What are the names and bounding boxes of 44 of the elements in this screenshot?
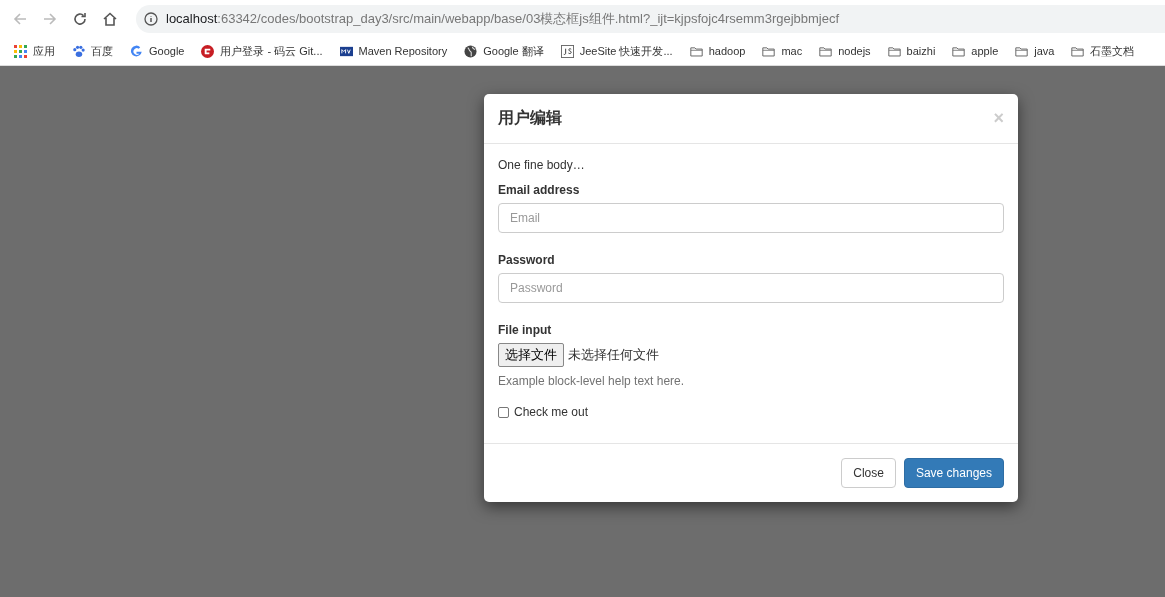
field-label: File input — [498, 323, 553, 337]
bookmark-link[interactable]: nodejs — [838, 45, 871, 57]
choose-file-button[interactable]: 选择文件 — [498, 343, 564, 367]
modal-title: 用户编辑 — [498, 108, 562, 128]
file-status: 未选择任何文件 — [568, 346, 659, 364]
help-text: Example block-level help text here. — [498, 374, 686, 388]
g-letter-icon — [130, 44, 143, 58]
email-field[interactable]: Email — [498, 203, 1004, 233]
globe-icon — [464, 44, 478, 58]
body-text: One fine body… — [498, 158, 586, 172]
apps-grid-icon — [14, 44, 27, 58]
bookmark-link[interactable]: baizhi — [906, 45, 936, 57]
folder-icon — [689, 44, 703, 58]
folder-icon — [1071, 44, 1085, 58]
bookmark-link[interactable]: 石墨文档 — [1090, 43, 1135, 59]
checkbox-label[interactable]: Check me out — [514, 405, 589, 419]
folder-icon — [819, 44, 833, 58]
bookmark-link[interactable]: 百度 — [91, 43, 113, 59]
bookmark-link[interactable]: apple — [971, 45, 999, 57]
field-label: Email address — [498, 183, 581, 197]
password-field[interactable]: Password — [498, 273, 1004, 303]
bookmark-link[interactable]: Maven Repository — [358, 45, 448, 57]
home-icon[interactable] — [102, 10, 118, 27]
checkbox[interactable] — [498, 406, 509, 418]
folder-icon — [952, 44, 966, 58]
bookmark-link[interactable]: Google 翻译 — [483, 43, 544, 59]
bookmark-link[interactable]: 应用 — [33, 43, 55, 59]
folder-icon — [762, 44, 776, 58]
folder-icon — [1015, 44, 1029, 58]
js-file-icon — [560, 44, 574, 58]
info-icon[interactable] — [144, 11, 158, 26]
paw-icon — [72, 44, 85, 58]
maven-logo-icon — [339, 44, 353, 58]
close-button[interactable]: Close — [841, 458, 896, 488]
bookmark-link[interactable]: Google — [149, 45, 185, 57]
bookmark-link[interactable]: mac — [781, 45, 803, 57]
bookmark-link[interactable]: JeeSite 快速开发... — [579, 43, 673, 59]
reload-icon[interactable] — [72, 10, 88, 27]
bookmark-link[interactable]: 用户登录 - 码云 Git... — [220, 43, 323, 59]
field-label: Password — [498, 253, 556, 267]
bookmark-link[interactable]: java — [1034, 45, 1055, 57]
folder-icon — [887, 44, 901, 58]
save-button[interactable]: Save changes — [903, 458, 1004, 488]
bookmark-link[interactable]: hadoop — [708, 45, 746, 57]
